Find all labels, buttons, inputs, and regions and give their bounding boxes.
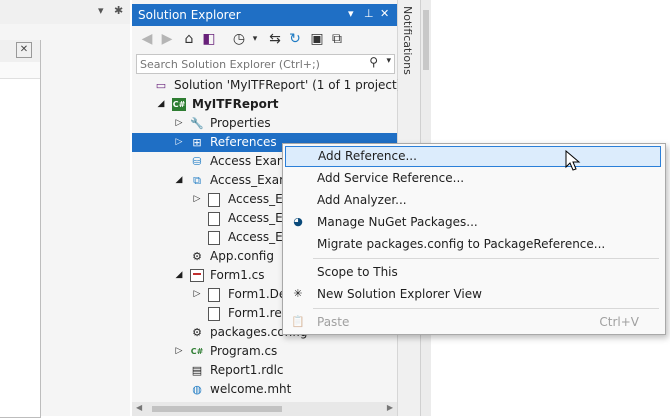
csharp-file-icon: C# bbox=[190, 347, 204, 356]
editor-document[interactable] bbox=[0, 40, 41, 418]
scroll-left-icon[interactable]: ◀ bbox=[136, 403, 142, 412]
refresh-icon[interactable]: ↻ bbox=[286, 30, 304, 48]
tree-item-label: App.config bbox=[210, 249, 274, 263]
solution-explorer-titlebar[interactable]: Solution Explorer ▾ ⊥ ✕ bbox=[132, 4, 397, 26]
notifications-label[interactable]: Notifications bbox=[401, 6, 414, 75]
menu-item[interactable]: Scope to This bbox=[285, 262, 661, 283]
menu-separator bbox=[313, 308, 659, 309]
tree-item[interactable]: ◢ C# MyITFReport bbox=[132, 95, 397, 114]
tree-item-label: Report1.rdlc bbox=[210, 363, 284, 377]
chevron-down-icon[interactable]: ▾ bbox=[246, 30, 264, 48]
menu-item-shortcut: Ctrl+V bbox=[599, 315, 639, 329]
database-icon: ⛁ bbox=[192, 155, 202, 168]
horizontal-scrollbar[interactable]: ◀ ▶ bbox=[132, 402, 397, 416]
editor-area: ▾ ✱ ✕ bbox=[0, 0, 130, 418]
file-icon bbox=[208, 307, 220, 321]
editor-toolbar: ▾ ✱ bbox=[0, 0, 130, 24]
references-icon: ⊞ bbox=[192, 136, 202, 149]
collapse-all-icon[interactable]: ▣ bbox=[308, 30, 326, 48]
collapsed-arrow-icon[interactable]: ▷ bbox=[174, 133, 184, 152]
tree-item-label: Solution 'MyITFReport' (1 of 1 project) bbox=[174, 78, 402, 92]
gear-icon[interactable]: ✱ bbox=[114, 4, 123, 17]
config-icon: ⚙ bbox=[192, 326, 202, 339]
report-icon: ▤ bbox=[191, 364, 203, 377]
web-page-icon: ◍ bbox=[192, 383, 202, 396]
forward-icon[interactable]: ▶ bbox=[158, 30, 176, 48]
scrollbar-thumb[interactable] bbox=[423, 10, 429, 70]
menu-item-label: New Solution Explorer View bbox=[317, 287, 482, 301]
tree-item-label: welcome.mht bbox=[210, 382, 292, 396]
tree-item-label: Properties bbox=[210, 116, 271, 130]
dataset-icon: ⧉ bbox=[193, 174, 201, 187]
collapsed-arrow-icon[interactable]: ▷ bbox=[174, 342, 184, 361]
menu-item[interactable]: Migrate packages.config to PackageRefere… bbox=[285, 234, 661, 255]
solution-explorer-toolbar: ◀ ▶ ⌂ ◧ ◷ ▾ ⇆ ↻ ▣ ⧉ bbox=[132, 28, 397, 52]
solution-explorer-title: Solution Explorer bbox=[138, 8, 241, 22]
tree-item[interactable]: ◍ welcome.mht bbox=[132, 380, 397, 399]
menu-item-label: Add Service Reference... bbox=[317, 171, 465, 185]
tree-item[interactable]: ▷ 🔧 Properties bbox=[132, 114, 397, 133]
menu-item[interactable]: ◕ Manage NuGet Packages... bbox=[285, 212, 661, 233]
search-input[interactable] bbox=[137, 55, 365, 73]
close-icon[interactable]: ✕ bbox=[16, 42, 32, 58]
editor-document-bar bbox=[0, 62, 40, 79]
paste-icon: 📋 bbox=[291, 315, 305, 328]
pin-icon[interactable]: ⊥ bbox=[364, 7, 374, 20]
menu-item-label: Scope to This bbox=[317, 265, 398, 279]
csharp-project-icon: C# bbox=[172, 98, 186, 111]
tree-item[interactable]: ▭ Solution 'MyITFReport' (1 of 1 project) bbox=[132, 76, 402, 95]
collapsed-arrow-icon[interactable]: ▷ bbox=[192, 190, 202, 209]
scroll-right-icon[interactable]: ▶ bbox=[387, 403, 393, 412]
collapsed-arrow-icon[interactable]: ▷ bbox=[174, 114, 184, 133]
search-icon[interactable]: ⚲ bbox=[369, 55, 378, 69]
context-menu: Add Reference... Add Service Reference...… bbox=[282, 143, 666, 335]
collapsed-arrow-icon[interactable]: ▷ bbox=[192, 285, 202, 304]
file-icon bbox=[208, 193, 220, 207]
show-all-files-icon[interactable]: ⧉ bbox=[328, 30, 346, 48]
expanded-arrow-icon[interactable]: ◢ bbox=[174, 171, 184, 190]
dropdown-arrow-icon[interactable]: ▾ bbox=[98, 4, 104, 17]
tree-item-label: MyITFReport bbox=[192, 97, 279, 111]
tree-item-label: References bbox=[210, 135, 277, 149]
menu-item[interactable]: Add Analyzer... bbox=[285, 190, 661, 211]
sync-with-document-icon[interactable]: ⇆ bbox=[266, 30, 284, 48]
menu-separator bbox=[313, 258, 659, 259]
home-icon[interactable]: ⌂ bbox=[180, 30, 198, 48]
scrollbar-thumb[interactable] bbox=[152, 406, 282, 412]
switch-views-icon[interactable]: ◧ bbox=[200, 30, 218, 48]
config-icon: ⚙ bbox=[192, 250, 202, 263]
search-box[interactable]: ⚲ ▾ bbox=[136, 54, 395, 74]
file-icon bbox=[208, 231, 220, 245]
tree-item[interactable]: ▷ C# Program.cs bbox=[132, 342, 397, 361]
search-options-dropdown-icon[interactable]: ▾ bbox=[386, 56, 391, 66]
new-view-icon: ✳ bbox=[293, 287, 303, 300]
expanded-arrow-icon[interactable]: ◢ bbox=[156, 95, 166, 114]
file-icon bbox=[208, 288, 220, 302]
menu-item-label: Paste bbox=[317, 315, 350, 329]
menu-item[interactable]: Add Reference... bbox=[285, 146, 661, 167]
tree-item[interactable]: ▤ Report1.rdlc bbox=[132, 361, 397, 380]
mouse-cursor-icon bbox=[565, 150, 581, 171]
menu-item: 📋 Paste Ctrl+V bbox=[285, 312, 661, 333]
menu-item-label: Add Reference... bbox=[318, 149, 417, 163]
editor-document-tab[interactable]: ✕ bbox=[0, 40, 40, 63]
menu-item[interactable]: ✳ New Solution Explorer View bbox=[285, 284, 661, 305]
tree-item-label: Program.cs bbox=[210, 344, 278, 358]
form-icon bbox=[190, 269, 204, 282]
menu-item[interactable]: Add Service Reference... bbox=[285, 168, 661, 189]
back-icon[interactable]: ◀ bbox=[138, 30, 156, 48]
nuget-icon: ◕ bbox=[293, 215, 303, 228]
menu-item-label: Migrate packages.config to PackageRefere… bbox=[317, 237, 606, 251]
menu-item-label: Add Analyzer... bbox=[317, 193, 407, 207]
wrench-icon: 🔧 bbox=[190, 117, 204, 130]
tree-item-label: Form1.cs bbox=[210, 268, 265, 282]
file-icon bbox=[208, 212, 220, 226]
expanded-arrow-icon[interactable]: ◢ bbox=[174, 266, 184, 285]
close-icon[interactable]: ✕ bbox=[380, 7, 389, 20]
menu-item-label: Manage NuGet Packages... bbox=[317, 215, 478, 229]
window-position-icon[interactable]: ▾ bbox=[348, 7, 354, 20]
solution-icon: ▭ bbox=[155, 79, 167, 92]
